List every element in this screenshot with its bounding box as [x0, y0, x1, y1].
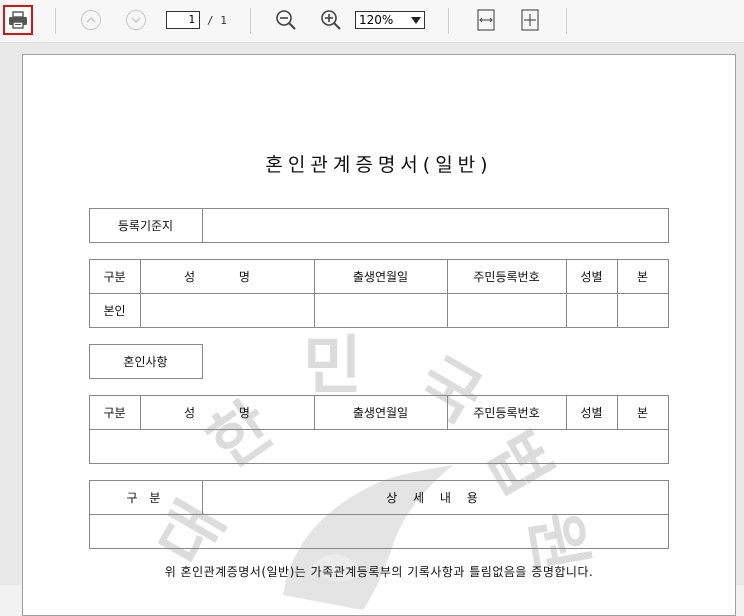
fit-width-icon [477, 9, 495, 31]
zoom-in-button[interactable] [320, 6, 342, 34]
table2-header: 성별 [580, 405, 603, 420]
watermark-char: 민 [303, 330, 362, 404]
zoom-select[interactable]: 120% [355, 11, 425, 29]
previous-page-button[interactable] [81, 6, 101, 34]
chevron-down-icon [126, 10, 146, 30]
print-button[interactable] [3, 5, 33, 35]
toolbar-separator [250, 8, 251, 34]
detail-header: 구 분 [126, 490, 165, 505]
fit-width-button[interactable] [476, 6, 496, 34]
zoom-out-button[interactable] [275, 6, 297, 34]
detail-header: 상 세 내 용 [386, 490, 484, 505]
table2-header: 본 [636, 405, 649, 420]
zoom-in-icon [321, 10, 341, 30]
table1-header: 성 명 [184, 269, 270, 284]
table1-header: 본 [636, 269, 649, 284]
next-page-button[interactable] [126, 6, 146, 34]
page-total-label: / 1 [207, 13, 227, 27]
emblem-watermark [283, 465, 453, 610]
fit-page-icon [521, 9, 539, 31]
zoom-value: 120% [359, 13, 394, 27]
table1-header: 주민등록번호 [473, 269, 540, 284]
toolbar-separator [448, 8, 449, 34]
chevron-up-icon [81, 10, 101, 30]
pdf-toolbar: 1 / 1 120% [0, 0, 744, 43]
fit-page-button[interactable] [520, 6, 540, 34]
self-row-label: 본인 [103, 303, 126, 318]
certification-statement: 위 혼인관계증명서(일반)는 가족관계등록부의 기록사항과 틀림없음을 증명합니… [164, 565, 594, 579]
table2-header: 성 명 [184, 405, 270, 420]
document-viewport[interactable]: 한 민 국 대 법 원 혼인관계증명서(일반) 등록기준지 구분 성 명 출생연… [0, 43, 744, 616]
toolbar-separator [55, 8, 56, 34]
table2-header: 출생연월일 [352, 405, 409, 420]
toolbar-separator [566, 8, 567, 34]
table1-header: 성별 [580, 269, 603, 284]
printer-icon [9, 11, 27, 29]
marriage-section-label: 혼인사항 [123, 354, 168, 369]
page-number-input[interactable]: 1 [166, 11, 200, 29]
document-title: 혼인관계증명서(일반) [265, 154, 493, 176]
zoom-out-icon [276, 10, 296, 30]
reg-base-label: 등록기준지 [117, 219, 174, 233]
dropdown-arrow-icon [411, 16, 421, 24]
table2-header: 구분 [103, 405, 126, 420]
table1-header: 구분 [103, 269, 126, 284]
table1-header: 출생연월일 [352, 269, 409, 284]
table2-header: 주민등록번호 [473, 405, 540, 420]
document-page: 한 민 국 대 법 원 혼인관계증명서(일반) 등록기준지 구분 성 명 출생연… [22, 54, 736, 616]
